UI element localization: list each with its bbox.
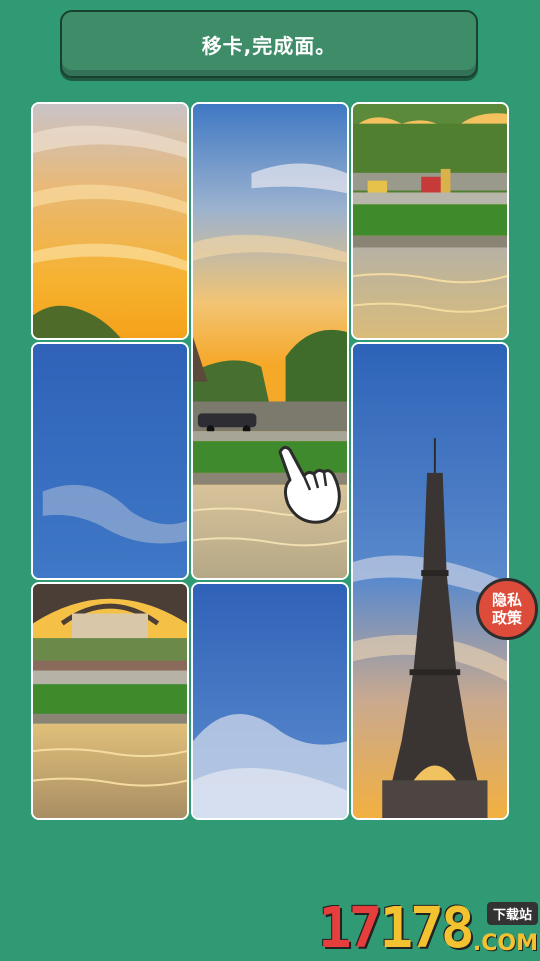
instruction-text: 移卡,完成面。	[201, 33, 337, 58]
puzzle-tile-sunset-sky[interactable]	[31, 102, 189, 340]
puzzle-tile-trocadero-pond[interactable]	[31, 582, 189, 820]
watermark-badge: 下载站	[486, 902, 538, 925]
privacy-policy-button[interactable]: 隐私 政策	[476, 578, 538, 640]
watermark-suffix: .COM	[472, 931, 538, 956]
tile-image	[33, 584, 187, 818]
puzzle-tile-eiffel-tower[interactable]	[351, 342, 509, 820]
tile-image	[353, 104, 507, 338]
privacy-line-2: 政策	[491, 609, 522, 627]
watermark-digits-a: 17	[318, 896, 382, 961]
puzzle-tile-blue-sky-clouds[interactable]	[191, 582, 349, 820]
pointing-hand-icon	[268, 442, 344, 526]
puzzle-tile-trees-pond[interactable]	[351, 102, 509, 340]
tile-image	[353, 344, 507, 818]
tile-image	[33, 344, 187, 578]
instruction-banner: 移卡,完成面。	[60, 10, 478, 78]
tile-image	[193, 584, 347, 818]
tile-image	[33, 104, 187, 338]
privacy-line-1: 隐私	[491, 591, 522, 609]
site-watermark-logo: 17178 下载站 .COM	[318, 898, 540, 960]
puzzle-tile-blue-sky[interactable]	[31, 342, 189, 580]
watermark-digits-b: 178	[379, 896, 474, 961]
